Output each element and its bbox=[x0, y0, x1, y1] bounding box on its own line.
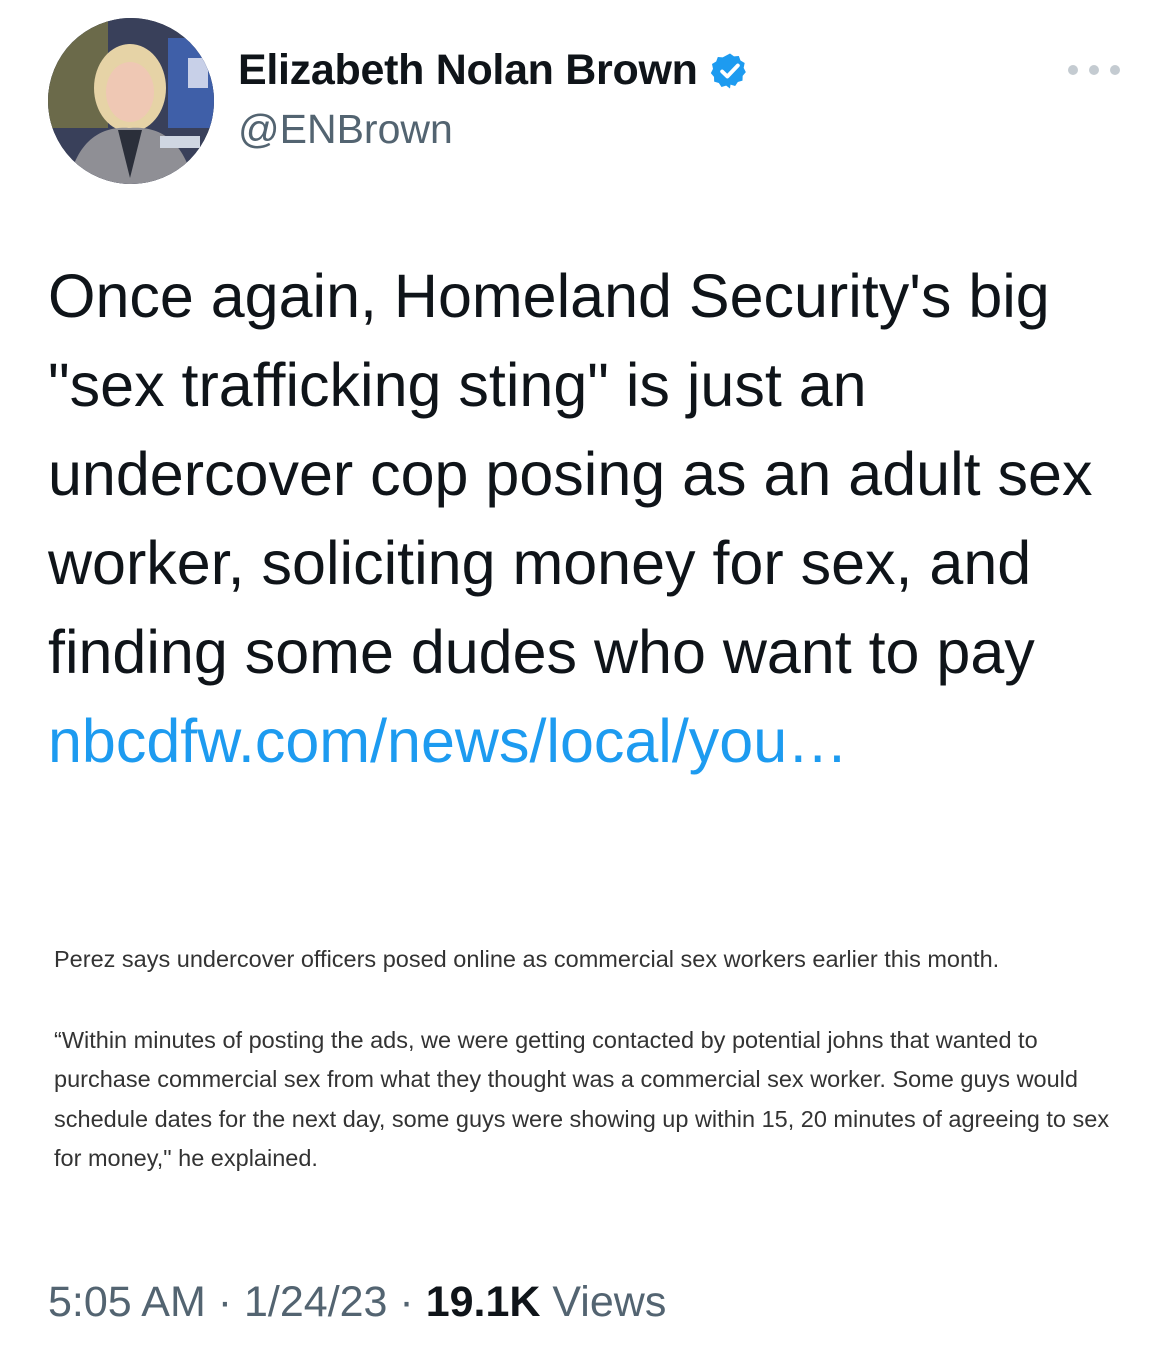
article-paragraph-2: “Within minutes of posting the ads, we w… bbox=[54, 1026, 1110, 1172]
tweet-body: Once again, Homeland Security's big "sex… bbox=[48, 262, 1093, 686]
tweet-meta: 5:05 AM · 1/24/23 · 19.1K Views bbox=[48, 1278, 666, 1327]
more-dot bbox=[1089, 65, 1099, 75]
meta-separator: · bbox=[399, 1278, 414, 1326]
tweet-text: Once again, Homeland Security's big "sex… bbox=[48, 252, 1138, 786]
article-paragraph-1: Perez says undercover officers posed onl… bbox=[54, 946, 1000, 972]
tweet-time[interactable]: 5:05 AM bbox=[48, 1278, 206, 1326]
views-label: Views bbox=[552, 1278, 667, 1326]
attached-article-image[interactable]: Perez says undercover officers posed onl… bbox=[54, 940, 1124, 1179]
views-count: 19.1K bbox=[425, 1278, 541, 1326]
tweet-date[interactable]: 1/24/23 bbox=[244, 1278, 387, 1326]
more-dot bbox=[1110, 65, 1120, 75]
author-name-row[interactable]: Elizabeth Nolan Brown bbox=[238, 46, 750, 95]
tweet-header: Elizabeth Nolan Brown @ENBrown bbox=[48, 18, 1128, 188]
tweet-link[interactable]: nbcdfw.com/news/local/you… bbox=[48, 707, 848, 775]
more-horizontal-icon[interactable] bbox=[1068, 60, 1120, 80]
meta-separator: · bbox=[217, 1278, 233, 1326]
avatar[interactable] bbox=[48, 18, 214, 184]
verified-badge-icon bbox=[710, 53, 746, 88]
more-dot bbox=[1068, 65, 1078, 75]
author-handle[interactable]: @ENBrown bbox=[238, 106, 453, 153]
avatar-image bbox=[48, 18, 214, 184]
display-name[interactable]: Elizabeth Nolan Brown bbox=[238, 46, 698, 95]
